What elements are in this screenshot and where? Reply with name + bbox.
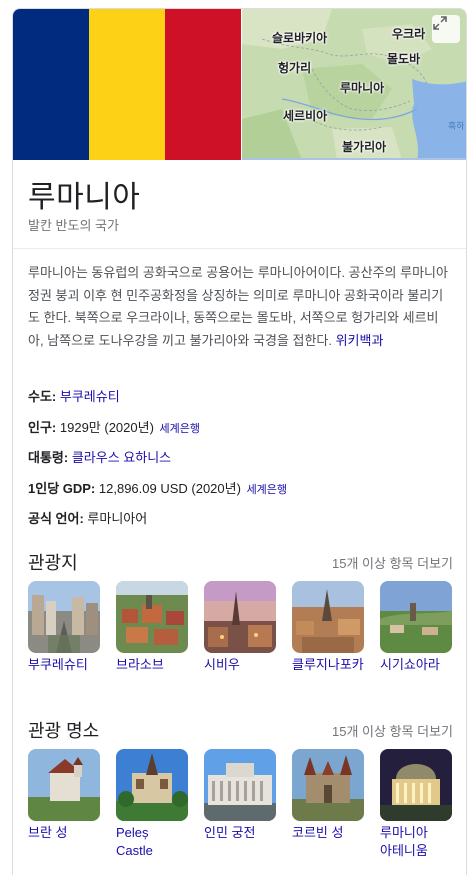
tile-peles-castle[interactable]: Peleș Castle	[116, 749, 188, 860]
fact-gdp: 1인당 GDP: 12,896.09 USD (2020년) 세계은행	[28, 479, 458, 510]
source-link[interactable]: 세계은행	[160, 423, 200, 435]
tile-sibiu[interactable]: 시비우	[204, 581, 276, 674]
flag-stripe-blue	[13, 9, 89, 160]
expand-icon	[433, 16, 447, 30]
tile-image	[380, 581, 452, 653]
fact-label: 대통령:	[28, 450, 69, 465]
tile-label: 시비우	[204, 657, 240, 672]
tile-image	[28, 749, 100, 821]
map-label-moldova: 몰도바	[387, 52, 421, 66]
tile-cluj-napoca[interactable]: 클루지나포카	[292, 581, 364, 674]
fact-capital: 수도: 부쿠레슈티	[28, 387, 458, 418]
divider	[13, 248, 466, 249]
fact-president: 대통령: 클라우스 요하니스	[28, 448, 458, 479]
tile-image	[28, 581, 100, 653]
fact-label: 인구:	[28, 419, 57, 435]
fact-value: 1929만 (2020년)	[59, 419, 154, 435]
section-attractions-header: 관광 명소 15개 이상 항목 더보기	[28, 717, 453, 741]
tile-label: 브란 성	[28, 825, 68, 840]
hero-images: 슬로바키아 우크라 헝가리 몰도바 루마니아 세르비아 불가리아 흑하	[13, 9, 466, 160]
president-link[interactable]: 클라우스 요하니스	[72, 450, 171, 465]
map-label-serbia: 세르비아	[283, 109, 328, 123]
tile-image	[380, 749, 452, 821]
wikipedia-link[interactable]: 위키백과	[336, 333, 384, 348]
expand-map-button[interactable]	[432, 15, 460, 43]
flag-image[interactable]	[13, 9, 241, 160]
tile-image	[116, 581, 188, 653]
knowledge-panel: 슬로바키아 우크라 헝가리 몰도바 루마니아 세르비아 불가리아 흑하 루마니아…	[12, 8, 467, 875]
tile-label: 코르빈 성	[292, 825, 344, 840]
tile-bran-castle[interactable]: 브란 성	[28, 749, 100, 842]
tile-corvin-castle[interactable]: 코르빈 성	[292, 749, 364, 842]
tile-label: 클루지나포카	[292, 657, 364, 672]
entity-title: 루마니아	[28, 181, 141, 214]
map-label-bulgaria: 불가리아	[342, 140, 387, 154]
tile-image	[204, 749, 276, 821]
tile-palace-of-parliament[interactable]: 인민 궁전	[204, 749, 276, 842]
tile-label: 부쿠레슈티	[28, 657, 88, 672]
tile-label: 브라소브	[116, 657, 164, 672]
entity-description: 루마니아는 동유럽의 공화국으로 공용어는 루마니아어이다. 공산주의 루마니아…	[28, 262, 453, 352]
more-items-link[interactable]: 15개 이상 항목 더보기	[332, 553, 453, 572]
map-label-ukraine: 우크라	[392, 27, 426, 41]
fact-population: 인구: 1929만 (2020년) 세계은행	[28, 418, 458, 449]
tile-label: Peleș Castle	[116, 825, 153, 858]
tile-romanian-athenaeum[interactable]: 루마니아 아테니움	[380, 749, 452, 860]
map-image[interactable]: 슬로바키아 우크라 헝가리 몰도바 루마니아 세르비아 불가리아 흑하	[242, 9, 466, 160]
capital-link[interactable]: 부쿠레슈티	[60, 389, 120, 404]
tile-image	[204, 581, 276, 653]
entity-subtitle: 발칸 반도의 국가	[28, 218, 119, 233]
tile-label: 인민 궁전	[204, 825, 256, 840]
flag-stripe-yellow	[89, 9, 165, 160]
flag-stripe-red	[165, 9, 241, 160]
fact-value: 12,896.09 USD (2020년)	[98, 480, 241, 496]
map-label-black-sea: 흑하	[448, 121, 465, 131]
tile-image	[292, 749, 364, 821]
fact-language: 공식 언어: 루마니아어	[28, 509, 458, 540]
fact-label: 수도:	[28, 389, 57, 404]
tile-image	[116, 749, 188, 821]
tile-sighisoara[interactable]: 시기쇼아라	[380, 581, 452, 674]
map-label-hungary: 헝가리	[278, 61, 312, 75]
source-link[interactable]: 세계은행	[247, 484, 287, 496]
tile-image	[292, 581, 364, 653]
map-label-romania: 루마니아	[340, 81, 385, 95]
tile-bucharest[interactable]: 부쿠레슈티	[28, 581, 100, 674]
section-tourist-cities-header: 관광지 15개 이상 항목 더보기	[28, 549, 453, 573]
more-items-link[interactable]: 15개 이상 항목 더보기	[332, 721, 453, 740]
tile-brasov[interactable]: 브라소브	[116, 581, 188, 674]
description-text: 루마니아는 동유럽의 공화국으로 공용어는 루마니아어이다. 공산주의 루마니아…	[28, 265, 448, 348]
tile-label: 루마니아 아테니움	[380, 825, 428, 858]
fact-value: 루마니아어	[87, 511, 148, 526]
facts-list: 수도: 부쿠레슈티 인구: 1929만 (2020년) 세계은행 대통령: 클라…	[28, 387, 458, 540]
tile-label: 시기쇼아라	[380, 657, 440, 672]
fact-label: 1인당 GDP:	[28, 480, 96, 496]
section-title: 관광 명소	[28, 721, 100, 741]
section-title: 관광지	[28, 553, 78, 573]
fact-label: 공식 언어:	[28, 511, 84, 526]
map-label-slovakia: 슬로바키아	[272, 31, 328, 45]
